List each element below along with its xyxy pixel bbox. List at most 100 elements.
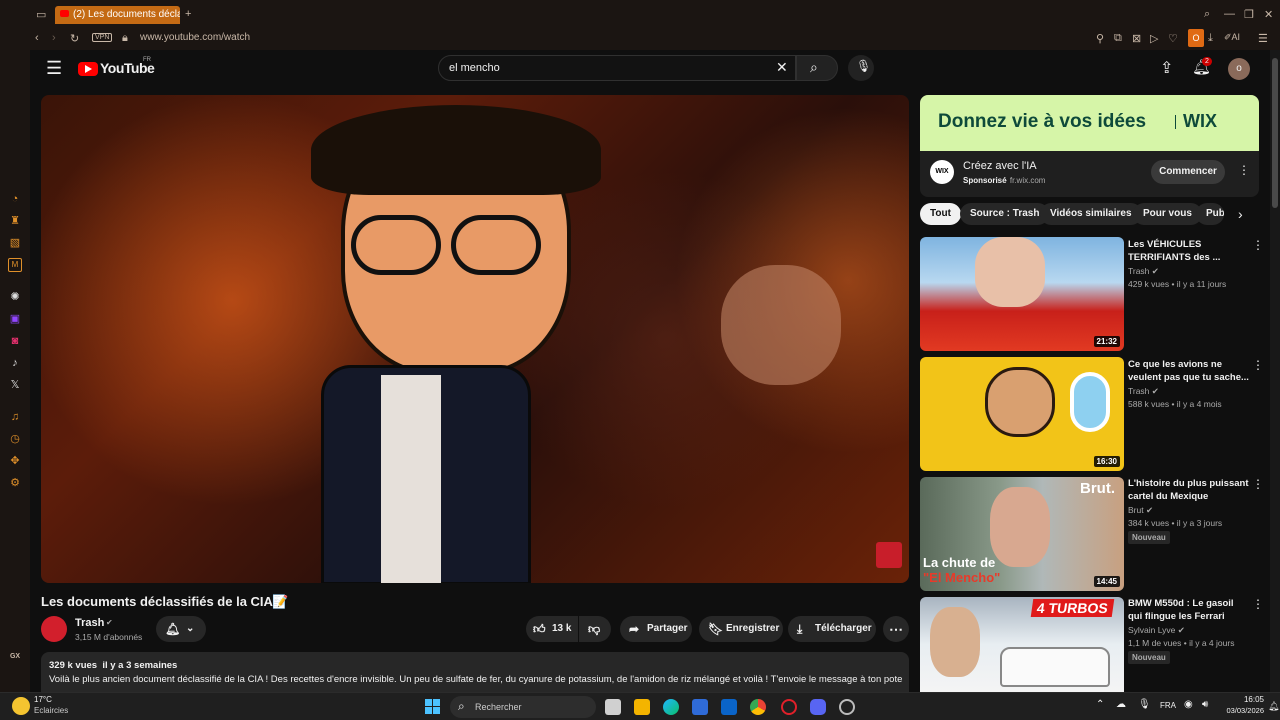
upload-icon[interactable]: ⇪ xyxy=(1160,58,1173,78)
share-button[interactable]: ➦ Partager xyxy=(620,616,692,642)
taskbar-search[interactable]: ⌕ Rechercher xyxy=(450,696,596,718)
twitch-icon[interactable]: ▣ xyxy=(8,312,22,326)
subscription-bell-button[interactable]: 🔔︎ ⌄ xyxy=(156,616,206,642)
forward-icon[interactable]: › xyxy=(52,32,56,44)
gx-m-icon[interactable]: M xyxy=(8,258,22,272)
rec-channel[interactable]: Brut ✔ xyxy=(1128,504,1153,517)
rec-thumbnail[interactable]: 16:30 xyxy=(920,357,1124,471)
instagram-icon[interactable]: ◙ xyxy=(8,334,22,348)
language-indicator[interactable]: FRA xyxy=(1160,701,1176,710)
rec-thumbnail[interactable]: Brut. La chute de "El Mencho" 14:45 xyxy=(920,477,1124,591)
dislike-button[interactable]: 👎︎ xyxy=(579,616,611,642)
chrome-icon[interactable] xyxy=(750,699,766,715)
maximize-icon[interactable]: ❐ xyxy=(1244,8,1254,21)
play-icon[interactable]: ▷ xyxy=(1150,32,1158,45)
settings-icon[interactable]: ⚙ xyxy=(8,476,22,490)
tray-cloud-icon[interactable]: ☁ xyxy=(1116,699,1126,710)
search-button[interactable]: ⌕ xyxy=(796,55,838,81)
gx-corner-icon[interactable]: ♜ xyxy=(8,214,22,228)
reload-icon[interactable]: ↻ xyxy=(70,32,79,45)
rec-thumbnail[interactable]: 21:32 xyxy=(920,237,1124,351)
search-tabs-icon[interactable]: ⌕ xyxy=(1204,8,1210,21)
task-view-icon[interactable] xyxy=(605,699,621,715)
ad-cta-button[interactable]: Commencer xyxy=(1151,160,1225,184)
chip-for-you[interactable]: Pour vous xyxy=(1133,203,1202,225)
notification-center-icon[interactable]: 🔔︎ xyxy=(1268,701,1279,712)
channel-name[interactable]: Trash xyxy=(75,617,104,629)
search-input[interactable]: el mencho xyxy=(438,55,796,81)
save-button[interactable]: 🔖︎ Enregistrer xyxy=(699,616,783,642)
active-tab[interactable]: (2) Les documents déclass xyxy=(55,6,180,24)
adblock-icon[interactable]: ⊠ xyxy=(1132,32,1141,45)
clear-search-icon[interactable]: ✕ xyxy=(776,59,788,76)
pin-icon[interactable]: ⚲ xyxy=(1096,32,1104,45)
url-field[interactable]: www.youtube.com/watch xyxy=(140,32,250,43)
gx-control-icon[interactable]: ◔ xyxy=(8,192,22,206)
tray-mic-icon[interactable]: 🎙︎ xyxy=(1138,699,1151,710)
weather-icon[interactable] xyxy=(12,697,30,715)
video-player[interactable] xyxy=(41,95,909,583)
rec-title[interactable]: Ce que les avions ne veulent pas que tu … xyxy=(1128,358,1250,384)
rec-title[interactable]: Les VÉHICULES TERRIFIANTS des ... xyxy=(1128,238,1250,264)
windows-start-icon[interactable] xyxy=(424,698,442,716)
minimize-icon[interactable]: — xyxy=(1224,8,1235,20)
tray-overflow-icon[interactable]: ⌃ xyxy=(1096,699,1104,710)
rec-channel[interactable]: Trash ✔ xyxy=(1128,265,1159,278)
heart-icon[interactable]: ♡ xyxy=(1168,32,1178,45)
download-icon[interactable]: ⤓ xyxy=(1208,32,1213,45)
gx-wallpaper-icon[interactable]: ▧ xyxy=(8,236,22,250)
channel-watermark-icon[interactable] xyxy=(876,542,902,568)
tiktok-icon[interactable]: ♪ xyxy=(8,356,22,370)
new-tab-icon[interactable]: + xyxy=(185,8,191,20)
channel-avatar[interactable] xyxy=(41,616,67,642)
profile-icon[interactable]: O xyxy=(1188,29,1204,47)
clock-time[interactable]: 16:05 xyxy=(1228,695,1264,704)
youtube-logo-icon[interactable] xyxy=(78,62,98,76)
rec-thumbnail[interactable]: 4 TURBOS xyxy=(920,597,1124,692)
store-icon[interactable] xyxy=(692,699,708,715)
gx-label[interactable]: GX xyxy=(8,650,22,664)
chip-similar-videos[interactable]: Vidéos similaires xyxy=(1040,203,1142,225)
chatgpt-icon[interactable]: ✺ xyxy=(8,290,22,304)
weather-temp[interactable]: 17°C xyxy=(34,695,52,704)
more-actions-button[interactable]: ⋯ xyxy=(883,616,909,642)
back-icon[interactable]: ‹ xyxy=(35,32,39,44)
chip-all[interactable]: Tout xyxy=(920,203,961,225)
rec-channel[interactable]: Trash ✔ xyxy=(1128,385,1159,398)
easy-setup-icon[interactable]: ☰ xyxy=(1258,32,1268,45)
weather-desc[interactable]: Eclaircies xyxy=(34,706,68,715)
scrollbar-thumb[interactable] xyxy=(1272,58,1278,208)
aria-ai-button[interactable]: ✐AI xyxy=(1224,32,1240,43)
rec-more-icon[interactable]: ⋮ xyxy=(1252,358,1264,372)
workspace-icon[interactable]: ▭ xyxy=(36,8,46,21)
clock-date[interactable]: 03/03/2026 xyxy=(1220,706,1264,715)
page-scrollbar[interactable] xyxy=(1270,50,1280,692)
chip-source-trash[interactable]: Source : Trash xyxy=(960,203,1050,225)
rec-title[interactable]: BMW M550d : Le gasoil qui flingue les Fe… xyxy=(1128,597,1250,623)
rec-more-icon[interactable]: ⋮ xyxy=(1252,238,1264,252)
rec-title[interactable]: L'histoire du plus puissant cartel du Me… xyxy=(1128,477,1250,503)
extensions-icon[interactable]: ✥ xyxy=(8,454,22,468)
vpn-badge[interactable]: VPN xyxy=(92,33,113,42)
history-icon[interactable]: ◷ xyxy=(8,432,22,446)
steam-icon[interactable] xyxy=(839,699,855,715)
discord-icon[interactable] xyxy=(810,699,826,715)
description-box[interactable]: 329 k vues il y a 3 semaines Voilà le pl… xyxy=(41,652,909,692)
rec-channel[interactable]: Sylvain Lyve ✔ xyxy=(1128,624,1185,637)
volume-icon[interactable]: 🔊︎ xyxy=(1202,699,1208,710)
ad-banner[interactable]: Donnez vie à vos idées WIX xyxy=(920,95,1259,151)
edge-icon[interactable] xyxy=(663,699,679,715)
lock-icon[interactable]: 🔒︎ xyxy=(122,32,128,45)
opera-gx-icon[interactable] xyxy=(781,699,797,715)
rec-more-icon[interactable]: ⋮ xyxy=(1252,477,1264,491)
voice-search-button[interactable]: 🎙︎ xyxy=(848,55,874,81)
rec-more-icon[interactable]: ⋮ xyxy=(1252,597,1264,611)
wifi-icon[interactable]: ◉ xyxy=(1184,699,1193,710)
file-explorer-icon[interactable] xyxy=(634,699,650,715)
x-twitter-icon[interactable]: 𝕏 xyxy=(8,378,22,392)
menu-icon[interactable]: ☰ xyxy=(46,58,62,79)
ad-more-icon[interactable]: ⋮ xyxy=(1238,163,1250,177)
chips-next-icon[interactable]: › xyxy=(1238,206,1243,222)
mail-icon[interactable] xyxy=(721,699,737,715)
download-button[interactable]: ⤓ Télécharger xyxy=(788,616,876,642)
